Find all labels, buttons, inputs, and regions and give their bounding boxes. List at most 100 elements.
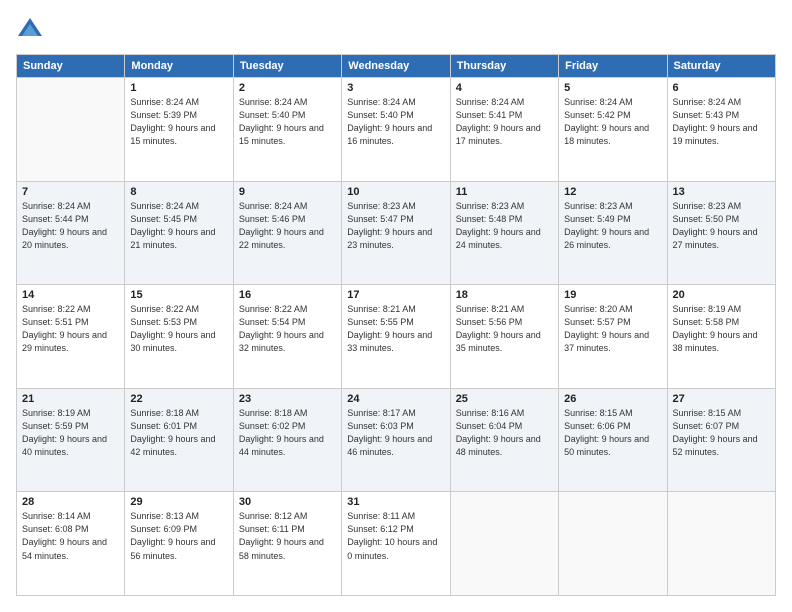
day-number: 8	[130, 186, 227, 198]
day-detail: Sunrise: 8:22 AMSunset: 5:51 PMDaylight:…	[22, 303, 119, 355]
day-detail: Sunrise: 8:24 AMSunset: 5:46 PMDaylight:…	[239, 200, 336, 252]
day-detail: Sunrise: 8:14 AMSunset: 6:08 PMDaylight:…	[22, 510, 119, 562]
day-number: 2	[239, 82, 336, 94]
day-number: 19	[564, 289, 661, 301]
day-number: 9	[239, 186, 336, 198]
calendar-cell	[667, 492, 775, 596]
calendar-cell: 12 Sunrise: 8:23 AMSunset: 5:49 PMDayligh…	[559, 181, 667, 285]
calendar-cell: 16 Sunrise: 8:22 AMSunset: 5:54 PMDayligh…	[233, 285, 341, 389]
calendar-cell: 5Sunrise: 8:24 AMSunset: 5:42 PMDaylight…	[559, 78, 667, 182]
week-row-4: 28 Sunrise: 8:14 AMSunset: 6:08 PMDayligh…	[17, 492, 776, 596]
calendar-cell: 24 Sunrise: 8:17 AMSunset: 6:03 PMDayligh…	[342, 388, 450, 492]
calendar-cell: 10 Sunrise: 8:23 AMSunset: 5:47 PMDayligh…	[342, 181, 450, 285]
day-detail: Sunrise: 8:18 AMSunset: 6:02 PMDaylight:…	[239, 407, 336, 459]
day-number: 6	[673, 82, 770, 94]
day-detail: Sunrise: 8:23 AMSunset: 5:48 PMDaylight:…	[456, 200, 553, 252]
day-detail: Sunrise: 8:24 AMSunset: 5:40 PMDaylight:…	[347, 96, 444, 148]
calendar-cell: 29 Sunrise: 8:13 AMSunset: 6:09 PMDayligh…	[125, 492, 233, 596]
calendar-cell: 20Sunrise: 8:19 AMSunset: 5:58 PMDayligh…	[667, 285, 775, 389]
day-number: 20	[673, 289, 770, 301]
weekday-header-saturday: Saturday	[667, 55, 775, 78]
day-detail: Sunrise: 8:12 AMSunset: 6:11 PMDaylight:…	[239, 510, 336, 562]
calendar-cell: 21Sunrise: 8:19 AMSunset: 5:59 PMDayligh…	[17, 388, 125, 492]
calendar-cell	[17, 78, 125, 182]
calendar-cell: 14 Sunrise: 8:22 AMSunset: 5:51 PMDayligh…	[17, 285, 125, 389]
day-number: 24	[347, 393, 444, 405]
day-number: 11	[456, 186, 553, 198]
calendar-cell: 28 Sunrise: 8:14 AMSunset: 6:08 PMDayligh…	[17, 492, 125, 596]
calendar-cell: 13 Sunrise: 8:23 AMSunset: 5:50 PMDayligh…	[667, 181, 775, 285]
day-number: 25	[456, 393, 553, 405]
calendar-cell: 11 Sunrise: 8:23 AMSunset: 5:48 PMDayligh…	[450, 181, 558, 285]
calendar-cell: 7 Sunrise: 8:24 AMSunset: 5:44 PMDaylight…	[17, 181, 125, 285]
calendar-cell: 4 Sunrise: 8:24 AMSunset: 5:41 PMDaylight…	[450, 78, 558, 182]
day-number: 17	[347, 289, 444, 301]
day-detail: Sunrise: 8:17 AMSunset: 6:03 PMDaylight:…	[347, 407, 444, 459]
page: SundayMondayTuesdayWednesdayThursdayFrid…	[0, 0, 792, 612]
week-row-1: 7 Sunrise: 8:24 AMSunset: 5:44 PMDaylight…	[17, 181, 776, 285]
day-number: 16	[239, 289, 336, 301]
day-detail: Sunrise: 8:24 AMSunset: 5:40 PMDaylight:…	[239, 96, 336, 148]
day-number: 31	[347, 496, 444, 508]
weekday-header-thursday: Thursday	[450, 55, 558, 78]
week-row-3: 21Sunrise: 8:19 AMSunset: 5:59 PMDayligh…	[17, 388, 776, 492]
day-number: 14	[22, 289, 119, 301]
day-number: 27	[673, 393, 770, 405]
calendar-cell: 23 Sunrise: 8:18 AMSunset: 6:02 PMDayligh…	[233, 388, 341, 492]
day-number: 7	[22, 186, 119, 198]
day-number: 13	[673, 186, 770, 198]
day-number: 10	[347, 186, 444, 198]
weekday-header-sunday: Sunday	[17, 55, 125, 78]
day-detail: Sunrise: 8:23 AMSunset: 5:49 PMDaylight:…	[564, 200, 661, 252]
calendar-cell: 22Sunrise: 8:18 AMSunset: 6:01 PMDayligh…	[125, 388, 233, 492]
weekday-header-row: SundayMondayTuesdayWednesdayThursdayFrid…	[17, 55, 776, 78]
weekday-header-tuesday: Tuesday	[233, 55, 341, 78]
calendar-cell: 3Sunrise: 8:24 AMSunset: 5:40 PMDaylight…	[342, 78, 450, 182]
day-detail: Sunrise: 8:24 AMSunset: 5:44 PMDaylight:…	[22, 200, 119, 252]
calendar-cell: 1Sunrise: 8:24 AMSunset: 5:39 PMDaylight…	[125, 78, 233, 182]
day-detail: Sunrise: 8:22 AMSunset: 5:53 PMDaylight:…	[130, 303, 227, 355]
calendar-table: SundayMondayTuesdayWednesdayThursdayFrid…	[16, 54, 776, 596]
weekday-header-wednesday: Wednesday	[342, 55, 450, 78]
day-detail: Sunrise: 8:13 AMSunset: 6:09 PMDaylight:…	[130, 510, 227, 562]
header	[16, 16, 776, 44]
calendar-cell: 31 Sunrise: 8:11 AMSunset: 6:12 PMDayligh…	[342, 492, 450, 596]
calendar-cell: 6 Sunrise: 8:24 AMSunset: 5:43 PMDaylight…	[667, 78, 775, 182]
day-detail: Sunrise: 8:23 AMSunset: 5:47 PMDaylight:…	[347, 200, 444, 252]
day-number: 5	[564, 82, 661, 94]
day-detail: Sunrise: 8:21 AMSunset: 5:55 PMDaylight:…	[347, 303, 444, 355]
calendar-cell: 17 Sunrise: 8:21 AMSunset: 5:55 PMDayligh…	[342, 285, 450, 389]
day-detail: Sunrise: 8:24 AMSunset: 5:43 PMDaylight:…	[673, 96, 770, 148]
calendar-cell: 9 Sunrise: 8:24 AMSunset: 5:46 PMDaylight…	[233, 181, 341, 285]
day-detail: Sunrise: 8:23 AMSunset: 5:50 PMDaylight:…	[673, 200, 770, 252]
day-number: 28	[22, 496, 119, 508]
day-number: 23	[239, 393, 336, 405]
day-detail: Sunrise: 8:16 AMSunset: 6:04 PMDaylight:…	[456, 407, 553, 459]
calendar-cell: 27 Sunrise: 8:15 AMSunset: 6:07 PMDayligh…	[667, 388, 775, 492]
day-detail: Sunrise: 8:11 AMSunset: 6:12 PMDaylight:…	[347, 510, 444, 562]
day-detail: Sunrise: 8:24 AMSunset: 5:41 PMDaylight:…	[456, 96, 553, 148]
calendar-cell: 18Sunrise: 8:21 AMSunset: 5:56 PMDayligh…	[450, 285, 558, 389]
day-number: 26	[564, 393, 661, 405]
day-detail: Sunrise: 8:19 AMSunset: 5:59 PMDaylight:…	[22, 407, 119, 459]
day-number: 4	[456, 82, 553, 94]
weekday-header-monday: Monday	[125, 55, 233, 78]
day-detail: Sunrise: 8:21 AMSunset: 5:56 PMDaylight:…	[456, 303, 553, 355]
weekday-header-friday: Friday	[559, 55, 667, 78]
calendar-cell: 26Sunrise: 8:15 AMSunset: 6:06 PMDayligh…	[559, 388, 667, 492]
calendar-cell: 30 Sunrise: 8:12 AMSunset: 6:11 PMDayligh…	[233, 492, 341, 596]
calendar-cell	[559, 492, 667, 596]
day-number: 15	[130, 289, 227, 301]
day-detail: Sunrise: 8:22 AMSunset: 5:54 PMDaylight:…	[239, 303, 336, 355]
day-number: 29	[130, 496, 227, 508]
day-detail: Sunrise: 8:20 AMSunset: 5:57 PMDaylight:…	[564, 303, 661, 355]
calendar-cell	[450, 492, 558, 596]
day-detail: Sunrise: 8:15 AMSunset: 6:07 PMDaylight:…	[673, 407, 770, 459]
day-detail: Sunrise: 8:18 AMSunset: 6:01 PMDaylight:…	[130, 407, 227, 459]
day-number: 1	[130, 82, 227, 94]
logo	[16, 16, 48, 44]
calendar-cell: 8Sunrise: 8:24 AMSunset: 5:45 PMDaylight…	[125, 181, 233, 285]
logo-icon	[16, 16, 44, 44]
day-number: 12	[564, 186, 661, 198]
day-number: 30	[239, 496, 336, 508]
